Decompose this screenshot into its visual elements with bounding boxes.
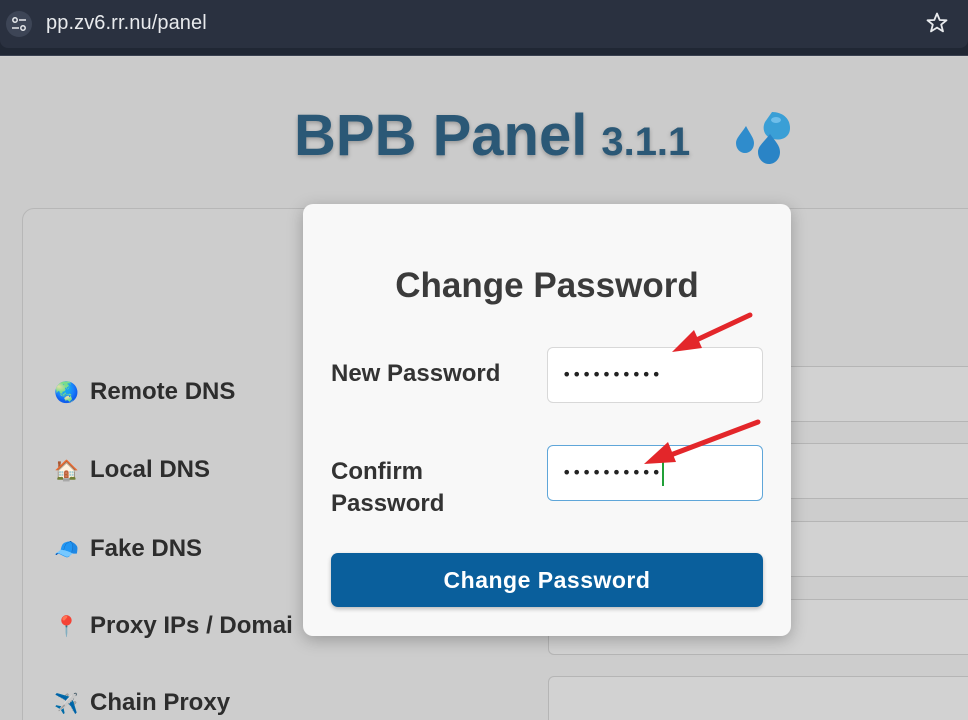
url-text[interactable]: pp.zv6.rr.nu/panel — [46, 12, 207, 35]
tune-icon[interactable] — [6, 11, 32, 37]
setting-label-chain-proxy: ✈️ Chain Proxy — [54, 689, 231, 716]
sweat-droplets-icon — [732, 108, 794, 173]
new-password-label: New Password — [331, 360, 501, 387]
page-title-text: BPB Panel — [294, 103, 588, 168]
change-password-button[interactable]: Change Password — [331, 553, 763, 607]
page-title: BPB Panel 3.1.1 — [294, 102, 690, 169]
address-bar[interactable]: pp.zv6.rr.nu/panel — [0, 0, 968, 48]
browser-toolbar: pp.zv6.rr.nu/panel — [0, 0, 968, 56]
cap-icon: 🧢 — [54, 539, 79, 561]
globe-icon: 🌏 — [54, 382, 79, 404]
setting-label-fake-dns: 🧢 Fake DNS — [54, 535, 203, 562]
new-password-value: •••••••••• — [562, 365, 662, 384]
star-icon[interactable] — [925, 11, 949, 40]
modal-title: Change Password — [395, 266, 699, 305]
setting-label-proxy-ips: 📍 Proxy IPs / Domai — [54, 612, 293, 639]
annotation-arrow-icon — [672, 312, 753, 352]
setting-label-remote-dns: 🌏 Remote DNS — [54, 378, 236, 405]
pin-icon: 📍 — [54, 616, 79, 638]
airplane-icon: ✈️ — [54, 693, 79, 715]
annotation-arrow-icon — [644, 419, 761, 464]
confirm-password-label: Confirm Password — [331, 458, 445, 517]
setting-label-local-dns: 🏠 Local DNS — [54, 456, 211, 483]
chain-proxy-input[interactable] — [548, 676, 968, 720]
house-icon: 🏠 — [54, 460, 79, 482]
version-text: 3.1.1 — [601, 120, 691, 164]
